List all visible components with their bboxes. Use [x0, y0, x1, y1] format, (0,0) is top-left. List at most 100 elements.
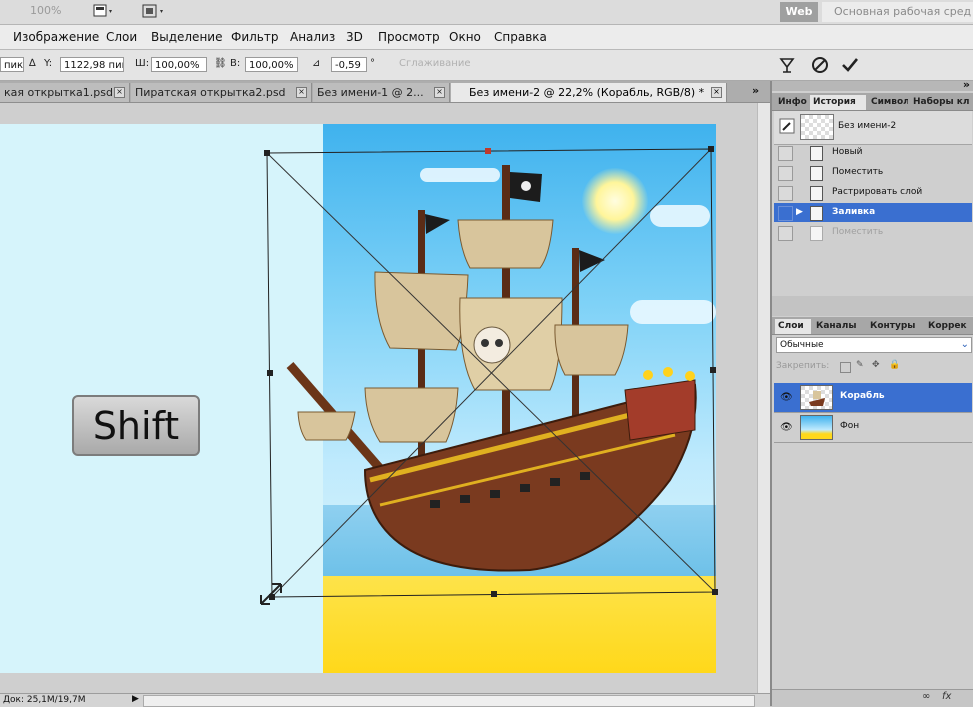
- lock-all-icon[interactable]: 🔒: [889, 360, 900, 370]
- tab-character[interactable]: Символ: [868, 95, 908, 110]
- history-source-box[interactable]: [778, 186, 793, 201]
- tab-document[interactable]: Пиратская открытка2.psd ×: [131, 83, 312, 102]
- warp-icon[interactable]: [777, 55, 797, 75]
- menu-help[interactable]: Справка: [494, 30, 547, 44]
- menu-analysis[interactable]: Анализ: [290, 30, 335, 44]
- snapshot-label: Без имени-2: [838, 121, 897, 131]
- layers-panel-tabs: Слои Каналы Контуры Коррек: [772, 317, 973, 335]
- close-icon[interactable]: ×: [114, 87, 125, 98]
- menu-image[interactable]: Изображение: [13, 30, 99, 44]
- close-icon[interactable]: ×: [434, 87, 445, 98]
- cancel-transform-button[interactable]: [810, 55, 830, 75]
- transform-handle-top-right: [708, 146, 714, 152]
- lock-row: Закрепить: ✎ ✥ 🔒: [776, 360, 972, 377]
- document-size: Док: 25,1M/19,7M: [3, 695, 86, 705]
- history-item-label: Растрировать слой: [832, 187, 923, 197]
- history-source-box[interactable]: [778, 166, 793, 181]
- tab-layers[interactable]: Слои: [775, 319, 811, 334]
- fx-icon[interactable]: fx: [942, 691, 951, 702]
- history-state-slider-icon[interactable]: ▶: [796, 203, 803, 222]
- smoothing-label: Сглаживание: [399, 58, 471, 69]
- close-icon[interactable]: ×: [711, 87, 722, 98]
- commit-transform-button[interactable]: [840, 55, 860, 75]
- blend-mode-select[interactable]: Обычные ⌄: [776, 337, 972, 353]
- transform-handle-right: [710, 367, 716, 373]
- history-item-label: Заливка: [832, 207, 876, 217]
- layer-row[interactable]: 👁 Фон: [774, 413, 972, 443]
- transform-handle-top: [485, 148, 491, 154]
- history-state-icon: [810, 226, 823, 241]
- eye-icon[interactable]: 👁: [780, 392, 793, 403]
- right-panels: » Инфо История Символ Наборы кл Без имен…: [770, 78, 973, 707]
- layer-name: Фон: [840, 421, 860, 431]
- menu-3d[interactable]: 3D: [346, 30, 363, 44]
- status-menu-icon[interactable]: ▶: [132, 694, 139, 704]
- y-label: Y:: [44, 58, 53, 69]
- width-field[interactable]: 100,00%: [151, 57, 207, 72]
- transform-handle-bottom: [491, 591, 497, 597]
- tab-paths[interactable]: Контуры: [867, 319, 923, 334]
- workspace-web-button[interactable]: Web: [780, 2, 818, 22]
- panel-collapse-bar[interactable]: »: [772, 78, 973, 91]
- tab-adjustments[interactable]: Коррек: [925, 319, 973, 334]
- screen-mode-icon[interactable]: [92, 3, 114, 19]
- history-snapshot[interactable]: Без имени-2: [774, 111, 972, 145]
- menu-layers[interactable]: Слои: [106, 30, 137, 44]
- tabs-overflow-icon[interactable]: »: [752, 84, 759, 97]
- shift-key-overlay: Shift: [72, 395, 200, 456]
- eye-icon[interactable]: 👁: [780, 422, 793, 433]
- lock-pixels-icon[interactable]: ✎: [856, 360, 864, 370]
- tab-actions[interactable]: Наборы кл: [910, 95, 973, 110]
- layer-thumbnail: [800, 385, 833, 410]
- menu-select[interactable]: Выделение: [151, 30, 222, 44]
- chevron-down-icon: ⌄: [960, 339, 969, 350]
- horizontal-scrollbar[interactable]: [143, 695, 755, 707]
- close-icon[interactable]: ×: [296, 87, 307, 98]
- link-layers-icon[interactable]: ∞: [922, 691, 930, 702]
- transform-handle-bottom-right: [712, 589, 718, 595]
- vertical-scrollbar[interactable]: [757, 103, 771, 693]
- menu-bar: Изображение Слои Выделение Фильтр Анализ…: [0, 25, 973, 50]
- menu-view[interactable]: Просмотр: [378, 30, 440, 44]
- layers-footer: ∞ fx: [772, 689, 973, 707]
- link-icon[interactable]: ⛓: [214, 58, 227, 69]
- lock-transparency-icon[interactable]: [840, 362, 851, 373]
- tab-document-active[interactable]: Без имени-2 @ 22,2% (Корабль, RGB/8) * ×: [451, 83, 727, 102]
- height-field[interactable]: 100,00%: [245, 57, 298, 72]
- lock-position-icon[interactable]: ✥: [872, 360, 880, 370]
- history-panel-tabs: Инфо История Символ Наборы кл: [772, 93, 973, 111]
- zoom-level[interactable]: 100%: [30, 4, 61, 17]
- menu-filter[interactable]: Фильтр: [231, 30, 278, 44]
- history-item[interactable]: Поместить: [774, 163, 972, 182]
- workspace-switcher[interactable]: Основная рабочая сред: [822, 2, 973, 22]
- collapse-panels-icon[interactable]: »: [963, 78, 970, 91]
- transform-handle-top-left: [264, 150, 270, 156]
- transform-handle-left: [267, 370, 273, 376]
- tab-history[interactable]: История: [810, 95, 866, 110]
- arrange-documents-icon[interactable]: [140, 3, 163, 19]
- y-position-field[interactable]: 1122,98 пик: [60, 57, 124, 72]
- tab-info[interactable]: Инфо: [775, 95, 809, 110]
- tab-document[interactable]: кая открытка1.psd ×: [0, 83, 130, 102]
- layer-name: Корабль: [840, 391, 885, 401]
- status-bar: Док: 25,1M/19,7M ▶: [0, 693, 770, 707]
- history-state-icon: [810, 206, 823, 221]
- tab-label: кая открытка1.psd: [4, 86, 113, 99]
- history-source-box[interactable]: [778, 206, 793, 221]
- history-item[interactable]: Новый: [774, 143, 972, 162]
- lock-label: Закрепить:: [776, 361, 830, 371]
- angle-field[interactable]: -0,59: [331, 57, 367, 72]
- history-state-icon: [810, 146, 823, 161]
- history-item[interactable]: Растрировать слой: [774, 183, 972, 202]
- menu-window[interactable]: Окно: [449, 30, 481, 44]
- tab-document[interactable]: Без имени-1 @ 2... ×: [313, 83, 450, 102]
- check-icon: [842, 58, 859, 72]
- history-item-undone[interactable]: Поместить: [774, 223, 972, 242]
- history-item-selected[interactable]: ▶ Заливка: [774, 203, 972, 222]
- tab-channels[interactable]: Каналы: [813, 319, 865, 334]
- history-source-box[interactable]: [778, 226, 793, 241]
- x-position-field[interactable]: пик: [0, 57, 24, 72]
- free-transform-box[interactable]: [255, 140, 725, 610]
- layer-row-selected[interactable]: 👁 Корабль: [774, 383, 972, 413]
- history-source-box[interactable]: [778, 146, 793, 161]
